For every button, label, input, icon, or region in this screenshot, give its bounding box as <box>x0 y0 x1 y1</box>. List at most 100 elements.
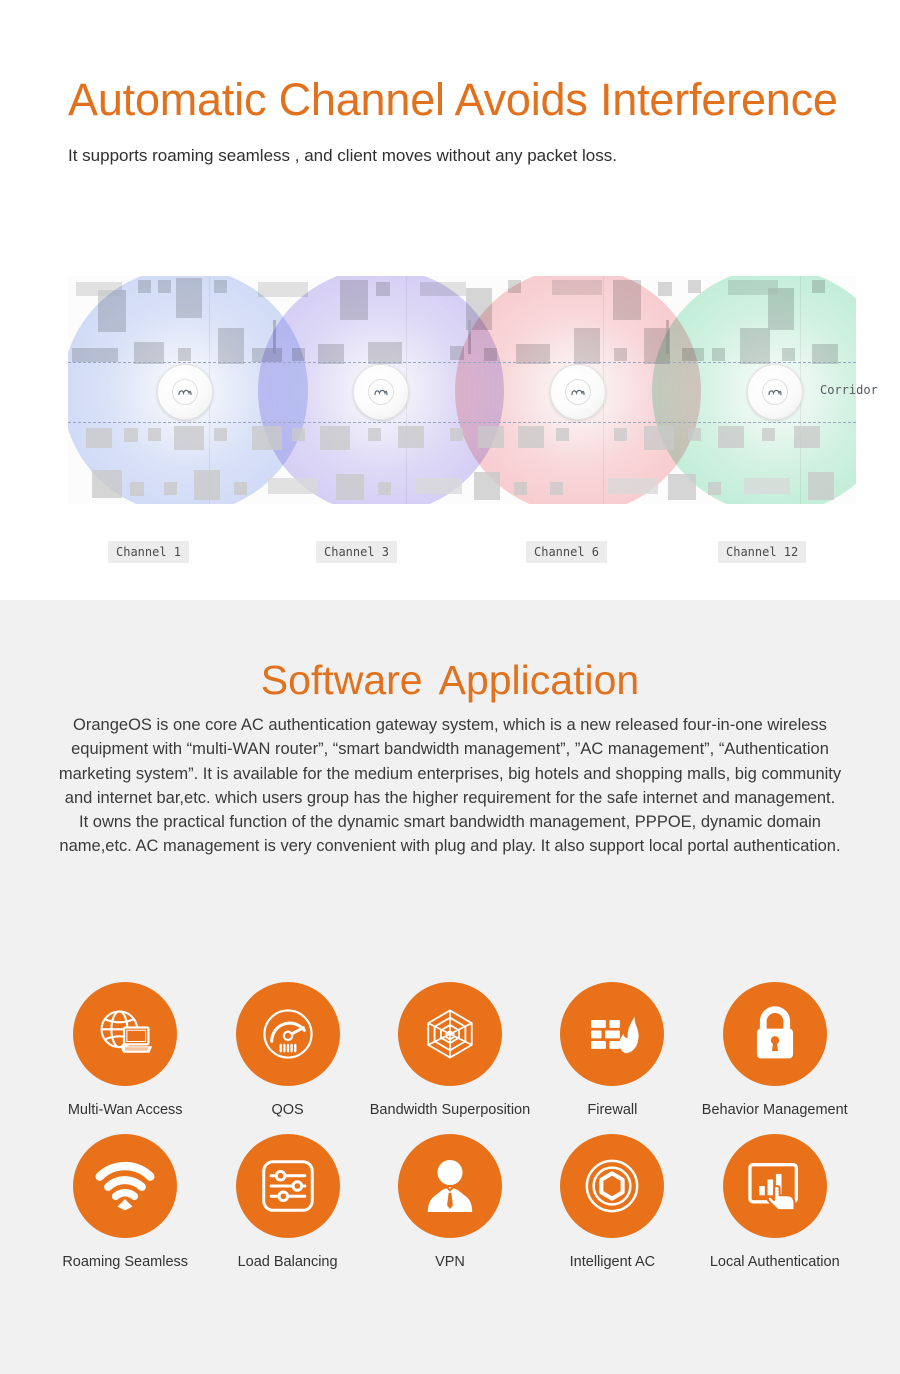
speedometer-icon <box>262 1009 313 1059</box>
access-point-ring <box>172 379 198 405</box>
feature-behavior-management[interactable]: Behavior Management <box>694 982 856 1118</box>
feature-icon-disc <box>235 982 340 1086</box>
software-description: OrangeOS is one core AC authentication g… <box>58 716 842 856</box>
access-point-icon <box>178 389 192 396</box>
feature-label: Bandwidth Superposition <box>369 1102 531 1118</box>
floorplan-block <box>164 482 177 495</box>
floorplan-block <box>234 482 247 495</box>
feature-label: VPN <box>435 1254 465 1270</box>
floorplan-block <box>688 280 701 293</box>
floorplan-block <box>416 478 462 494</box>
touch-chart-icon <box>748 1162 798 1212</box>
feature-intelligent-ac[interactable]: Intelligent AC <box>531 1134 693 1270</box>
floorplan-block <box>398 426 424 448</box>
channel-badge-1: Channel 1 <box>108 541 190 563</box>
floorplan-block <box>214 428 227 441</box>
access-point-ring <box>762 379 788 405</box>
feature-row-2: Roaming Seamless Load Balancing VPN Inte… <box>44 1134 856 1270</box>
hero-subtitle: It supports roaming seamless , and clien… <box>68 146 617 165</box>
floorplan-block <box>658 282 672 296</box>
access-point-icon <box>571 389 585 396</box>
feature-icon-disc <box>560 1134 665 1238</box>
corridor-line-top <box>68 362 856 363</box>
floorplan-block <box>556 428 569 441</box>
feature-label: Multi-Wan Access <box>67 1102 183 1118</box>
floorplan-block <box>368 428 381 441</box>
software-section-title: Software Application <box>0 657 900 704</box>
feature-grid: Multi-Wan Access QOS Bandwidth Superposi… <box>44 982 856 1286</box>
channel-badge-12: Channel 12 <box>718 541 807 563</box>
access-point-ring <box>368 379 394 405</box>
floorplan-block <box>450 428 463 441</box>
floorplan-block <box>252 426 282 450</box>
floorplan-block <box>668 474 696 500</box>
floorplan-block <box>644 426 674 450</box>
feature-multi-wan-access[interactable]: Multi-Wan Access <box>44 982 206 1118</box>
floorplan-block <box>320 426 350 450</box>
floorplan-block <box>550 482 563 495</box>
floorplan-block <box>514 482 527 495</box>
floorplan-block <box>688 428 701 441</box>
software-application-section: Software Application OrangeOS is one core… <box>0 600 900 1374</box>
floorplan-block <box>378 482 391 495</box>
floorplan-block <box>718 426 744 448</box>
feature-icon-disc <box>73 1134 178 1238</box>
floorplan-block <box>292 428 305 441</box>
feature-icon-disc <box>397 1134 502 1238</box>
floorplan-block <box>744 478 790 494</box>
feature-icon-disc <box>722 982 827 1086</box>
spider-web-icon <box>427 1009 473 1059</box>
floorplan-block <box>794 426 820 448</box>
feature-icon-disc <box>722 1134 827 1238</box>
access-point-icon <box>768 389 782 396</box>
feature-vpn[interactable]: VPN <box>369 1134 531 1270</box>
channel-badge-3: Channel 3 <box>316 541 398 563</box>
wifi-signal-icon <box>95 1161 155 1211</box>
floorplan-block <box>708 482 721 495</box>
feature-roaming-seamless[interactable]: Roaming Seamless <box>44 1134 206 1270</box>
floorplan-block <box>762 428 775 441</box>
sliders-icon <box>261 1160 314 1212</box>
access-point-device[interactable] <box>157 364 213 420</box>
software-title-word2: Application <box>438 657 640 703</box>
globe-laptop-icon <box>100 1010 153 1053</box>
feature-icon-disc <box>397 982 502 1086</box>
floorplan-block <box>474 472 500 500</box>
product-page: Automatic Channel Avoids Interference It… <box>0 0 900 1374</box>
feature-icon-disc <box>560 982 665 1086</box>
access-point-device[interactable] <box>353 364 409 420</box>
page-title: Automatic Channel Avoids Interference <box>68 74 838 125</box>
access-point-ring <box>565 379 591 405</box>
hexagon-target-icon <box>585 1159 639 1213</box>
floorplan-block <box>124 428 138 442</box>
floorplan-block <box>808 472 834 500</box>
software-title-word1: Software <box>260 657 423 703</box>
corridor-label: Corridor <box>820 383 878 397</box>
feature-firewall[interactable]: Firewall <box>531 982 693 1118</box>
feature-load-balancing[interactable]: Load Balancing <box>206 1134 368 1270</box>
feature-label: Local Authentication <box>709 1254 840 1270</box>
feature-label: Load Balancing <box>237 1254 338 1270</box>
floorplan-block <box>268 478 318 494</box>
floorplan-block <box>608 478 658 494</box>
feature-qos[interactable]: QOS <box>206 982 368 1118</box>
channel-badge-6: Channel 6 <box>526 541 608 563</box>
user-tie-icon <box>427 1159 473 1213</box>
feature-label: Firewall <box>587 1102 638 1118</box>
access-point-device[interactable] <box>747 364 803 420</box>
feature-icon-disc <box>73 982 178 1086</box>
floorplan-block <box>174 426 204 450</box>
floorplan-block <box>92 470 122 498</box>
feature-bandwidth-superposition[interactable]: Bandwidth Superposition <box>369 982 531 1118</box>
floorplan-block <box>336 474 364 500</box>
access-point-device[interactable] <box>550 364 606 420</box>
corridor-line-bottom <box>68 422 856 423</box>
floorplan-block <box>478 426 504 448</box>
floorplan-block <box>518 426 544 448</box>
channel-coverage-diagram <box>68 276 856 504</box>
firewall-flame-icon <box>591 1016 639 1054</box>
access-point-icon <box>374 389 388 396</box>
floorplan-block <box>130 482 144 496</box>
feature-local-authentication[interactable]: Local Authentication <box>694 1134 856 1270</box>
feature-label: Roaming Seamless <box>62 1254 189 1270</box>
